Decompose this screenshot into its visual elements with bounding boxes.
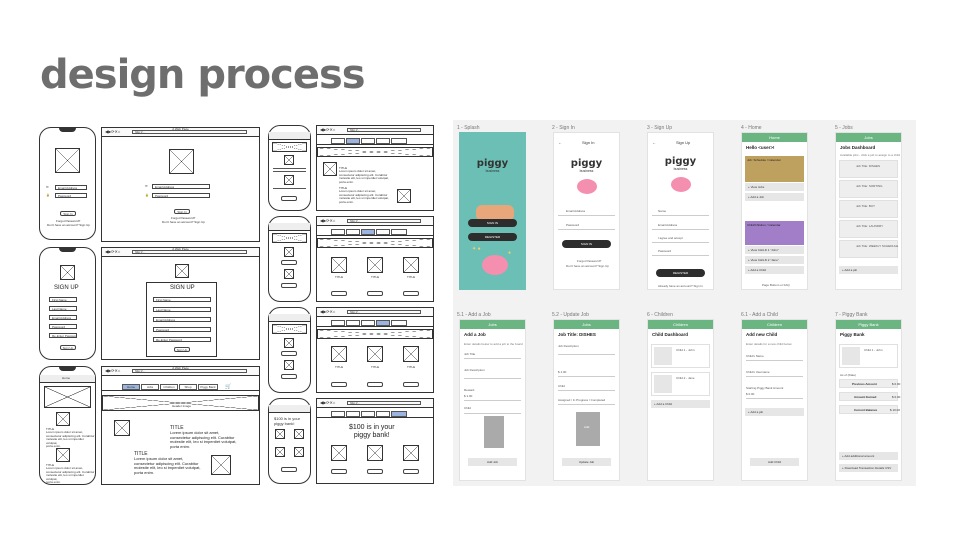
password-field[interactable]: Password <box>55 193 87 198</box>
signup-button[interactable]: Sign Up <box>60 345 76 350</box>
nav-jobs[interactable]: Jobs <box>141 384 159 390</box>
piggy-icon <box>671 177 691 192</box>
piggy-icon <box>577 179 597 194</box>
screen-signup: ← Sign Up piggy business Name Email Addr… <box>647 132 714 290</box>
image-placeholder <box>114 420 130 436</box>
register-button[interactable]: REGISTER <box>656 269 705 277</box>
wireframe-tablet-jobs: ◀▶⟳✕⌂ http://... TITLE Lorem ipsum dolor … <box>316 125 434 211</box>
wireframe-browser-signup: A Web Page ◀▶⟳✕⌂ http://... SIGN UP First … <box>101 247 260 360</box>
password-field[interactable]: Password <box>152 193 210 198</box>
add-job-link[interactable]: + Add a Job <box>745 193 804 201</box>
prototype-board: 1 - Splash 2 - Sign In 3 - Sign Up 4 - H… <box>453 120 916 486</box>
nav-piggy-bank[interactable]: Piggy Bank <box>198 384 218 390</box>
wireframe-phone-signin: ✉ Email Address 🔒 Password Sign In Forgot … <box>39 127 96 240</box>
update-job-button[interactable]: Update Job <box>562 458 611 466</box>
email-field[interactable]: Email Address <box>152 184 210 189</box>
password-field[interactable]: Password <box>153 327 211 332</box>
image-placeholder <box>56 448 70 462</box>
view-jobs-link[interactable]: + View Jobs <box>745 183 804 191</box>
screen-add-job: Jobs Add a Job Enter details below to ad… <box>459 319 526 481</box>
signup-link[interactable]: Don't have an account? Sign Up <box>162 220 205 224</box>
image-placeholder <box>55 148 80 173</box>
image-placeholder <box>211 455 231 475</box>
signup-link[interactable]: Don't have an account? Sign Up <box>47 223 90 227</box>
view-child1-link[interactable]: + View CHILD 1 "John" <box>745 246 804 254</box>
image-placeholder <box>169 149 194 174</box>
add-child-button[interactable]: + Add a Child <box>651 400 710 408</box>
signup-button[interactable]: Sign Up <box>174 347 190 352</box>
signup-title: SIGN UP <box>54 285 79 291</box>
image-placeholder <box>56 412 70 426</box>
signin-button[interactable]: Sign In <box>174 209 190 214</box>
wireframe-tablet-children: ◀▶⟳✕⌂ http://... TITLE TITLE TITLE <box>316 216 434 302</box>
add-job-link[interactable]: + Add a job <box>745 408 804 416</box>
wireframe-phone-signup: SIGN UP First Name Last Name Email Addre… <box>39 247 96 360</box>
screen-signin: ← Sign In piggy business Email Address P… <box>553 132 620 290</box>
nav-home[interactable]: Home <box>122 384 140 390</box>
screen-splash: piggy business SIGN IN REGISTER ✦ ● ● <box>459 132 526 290</box>
header-image <box>44 386 91 408</box>
email-field[interactable]: Email Address <box>153 317 211 322</box>
last-name-field[interactable]: Last Name <box>49 306 77 311</box>
screen-add-child: Children Add new Child Enter details for… <box>741 319 808 481</box>
email-field[interactable]: Email Address <box>49 315 77 320</box>
header-image <box>102 395 259 411</box>
wireframe-phone-piggy: $100 is in your piggy bank! <box>268 398 311 484</box>
wireframe-tablet-piggy: ◀▶⟳✕⌂ http://... $100 is in your piggy ba… <box>316 398 434 484</box>
image-placeholder <box>175 264 189 278</box>
signin-button[interactable]: Sign In <box>60 211 76 216</box>
first-name-field[interactable]: First Name <box>49 297 77 302</box>
piggy-balance-message: $100 is in your piggy bank! <box>349 424 395 439</box>
image-placeholder <box>60 265 75 280</box>
password-field[interactable]: Password <box>49 324 77 329</box>
screen-jobs: Jobs Jobs Dashboard Available jobs - cli… <box>835 132 902 290</box>
wireframe-phone-home: Home TITLE Lorem ipsum dolor sit amet, c… <box>39 366 96 485</box>
wireframe-phone-children <box>268 216 311 302</box>
wireframe-tablet-shop: ◀▶⟳✕⌂ http://... TITLE TITLE TITLE <box>316 307 434 393</box>
slide-title: design process <box>40 52 366 98</box>
signin-button[interactable]: SIGN IN <box>562 240 611 248</box>
screen-piggy-bank: Piggy Bank Piggy Bank Child 1 - John As … <box>835 319 902 481</box>
add-job-button[interactable]: + Add a job <box>839 266 898 274</box>
download-csv-link[interactable]: + Download Transaction Details CSV <box>839 464 898 472</box>
wireframe-browser-home: A Web Page ◀▶⟳✕⌂ http://... Home Jobs Chil… <box>101 366 260 485</box>
splash-register-button[interactable]: REGISTER <box>468 233 517 241</box>
piggy-icon <box>482 255 508 275</box>
reenter-password-field[interactable]: Re-Enter Password <box>153 337 211 342</box>
wireframe-phone-jobs <box>268 125 311 211</box>
signup-title: SIGN UP <box>170 285 195 291</box>
add-child-submit[interactable]: Add Child <box>750 458 799 466</box>
nav-children[interactable]: Children <box>160 384 178 390</box>
splash-signin-button[interactable]: SIGN IN <box>468 219 517 227</box>
view-child2-link[interactable]: + View CHILD 2 "Jane" <box>745 256 804 264</box>
wireframe-browser-signin: A Web Page ◀▶⟳✕⌂ http://... ✉ Email Address… <box>101 127 260 242</box>
first-name-field[interactable]: First Name <box>153 297 211 302</box>
screen-children: Children Child Dashboard Child 1 - John … <box>647 319 714 481</box>
nav-shop[interactable]: Shop <box>179 384 197 390</box>
wireframe-phone-shop <box>268 307 311 393</box>
add-job-submit[interactable]: Add Job <box>468 458 517 466</box>
last-name-field[interactable]: Last Name <box>153 307 211 312</box>
add-amount-link[interactable]: + Add additional amount <box>839 452 898 460</box>
screen-update-job: Jobs Job Title: DISHES Job Description $… <box>553 319 620 481</box>
screen-home: Home Hello <user>! Job: Schedule / Calen… <box>741 132 808 290</box>
reenter-password-field[interactable]: Re-Enter Password <box>49 333 77 338</box>
cart-icon[interactable]: 🛒 <box>225 385 231 390</box>
signup-form: SIGN UP First Name Last Name Email Addre… <box>146 282 217 357</box>
email-field[interactable]: Email Address <box>55 185 87 190</box>
add-child-link[interactable]: + Add a Child <box>745 266 804 274</box>
